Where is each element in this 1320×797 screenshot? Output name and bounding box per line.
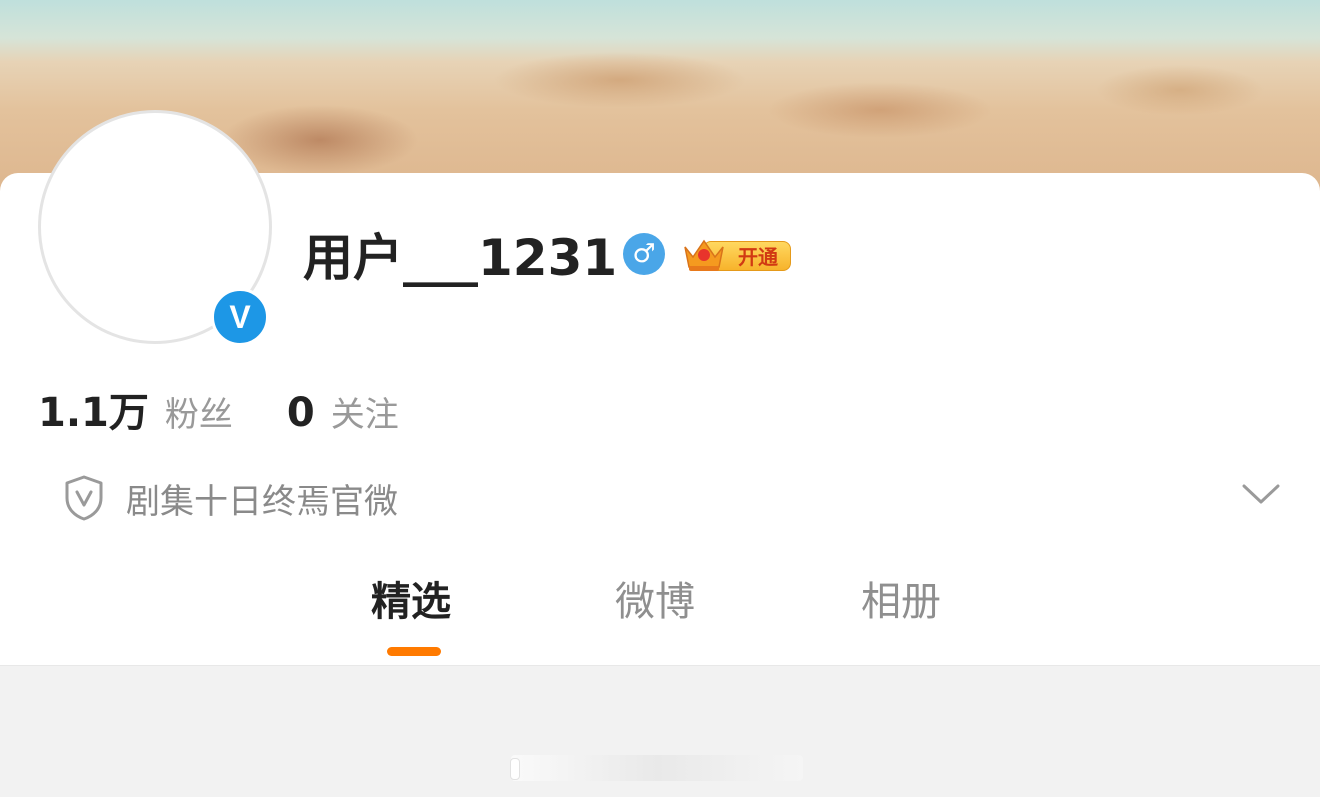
profile-tabs: 精选 微博 相册 [0,570,1320,660]
shield-icon [65,475,103,521]
followers-label[interactable]: 粉丝 [165,387,233,436]
followers-count[interactable]: 1.1万 [38,380,149,438]
chevron-down-icon[interactable] [1240,478,1282,508]
verification-info[interactable]: 剧集十日终焉官微 [62,470,398,526]
following-count[interactable]: 0 [287,390,315,436]
loading-placeholder [511,755,803,781]
divider [0,665,1320,666]
male-icon: ♂ [623,233,665,275]
verification-text: 剧集十日终焉官微 [126,481,398,522]
stats-row: 1.1万 粉丝 0 关注 [38,380,399,436]
verified-v-icon: V [211,288,269,346]
loading-placeholder-cap [510,758,520,780]
vip-open-button[interactable]: 开通 [681,237,793,273]
tab-featured[interactable]: 精选 [371,574,451,630]
username: 用户___1231 [303,229,618,287]
following-label[interactable]: 关注 [331,387,399,436]
active-tab-indicator [387,647,441,656]
crown-icon [684,239,724,271]
tab-weibo[interactable]: 微博 [615,574,695,630]
tab-album[interactable]: 相册 [861,574,941,630]
